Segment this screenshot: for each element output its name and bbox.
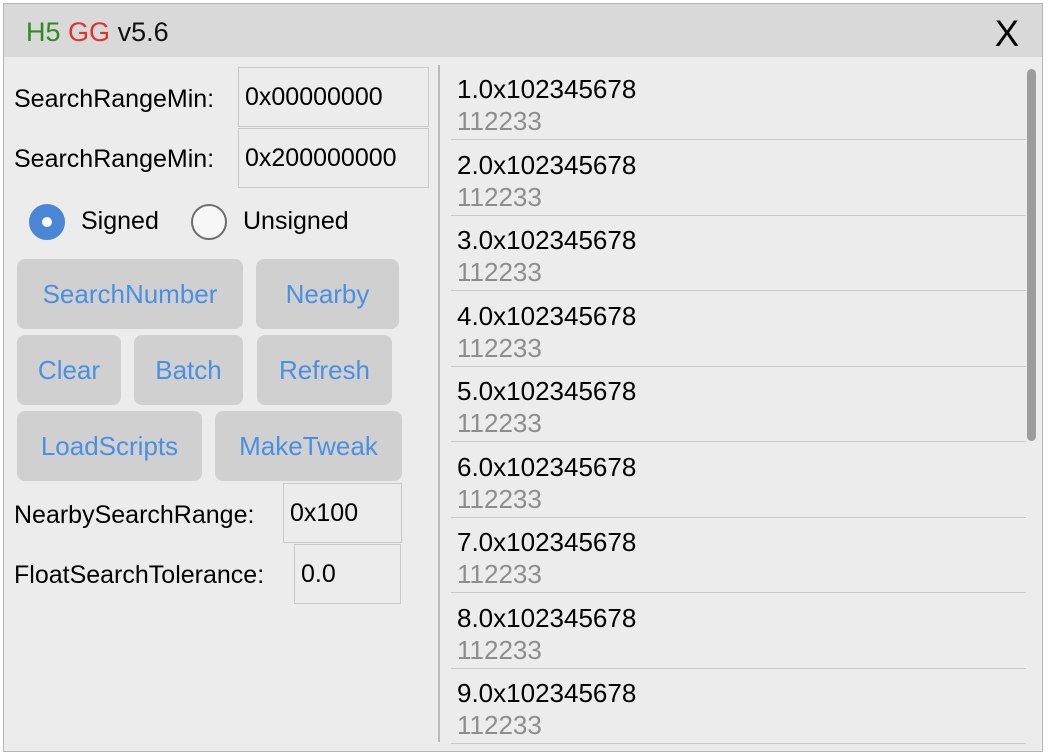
result-value: 112233	[457, 634, 542, 665]
result-address: 8.0x102345678	[457, 602, 637, 633]
close-button[interactable]: X	[990, 14, 1024, 54]
result-row[interactable]: 9.0x102345678 112233	[451, 669, 1026, 744]
result-row[interactable]: 5.0x102345678 112233	[451, 367, 1026, 442]
batch-button[interactable]: Batch	[134, 335, 243, 405]
result-row[interactable]: 7.0x102345678 112233	[451, 518, 1026, 593]
result-address: 1.0x102345678	[457, 74, 637, 104]
title-version: v5.6	[117, 17, 169, 47]
result-row[interactable]: 6.0x102345678 112233	[451, 443, 1026, 518]
result-row[interactable]: 8.0x102345678 112233	[451, 594, 1026, 669]
result-value: 112233	[457, 106, 542, 136]
window-title: H5 GG v5.6	[26, 16, 169, 48]
load-scripts-button[interactable]: LoadScripts	[17, 411, 202, 481]
title-gg: GG	[68, 17, 111, 47]
result-row[interactable]: 1.0x102345678 112233	[451, 65, 1026, 140]
control-panel: SearchRangeMin: SearchRangeMin: Signed U…	[4, 57, 438, 751]
search-range-min-input[interactable]	[238, 67, 429, 127]
result-value: 112233	[457, 559, 542, 589]
results-scrollbar[interactable]	[1027, 69, 1036, 441]
result-value: 112233	[457, 332, 542, 363]
panel-divider	[438, 65, 440, 742]
result-row[interactable]: 4.0x102345678 112233	[451, 292, 1026, 367]
result-address: 7.0x102345678	[457, 527, 637, 557]
float-search-tolerance-label: FloatSearchTolerance:	[14, 561, 265, 589]
title-bar: H5 GG v5.6 X	[4, 4, 1042, 57]
result-address: 5.0x102345678	[457, 376, 637, 406]
title-h5: H5	[26, 17, 61, 47]
result-value: 112233	[457, 408, 542, 438]
result-address: 9.0x102345678	[457, 678, 637, 708]
signed-label[interactable]: Signed	[81, 206, 159, 236]
search-range-max-input[interactable]	[238, 128, 429, 188]
result-address: 2.0x102345678	[457, 149, 637, 180]
clear-button[interactable]: Clear	[17, 335, 121, 405]
nearby-search-range-label: NearbySearchRange:	[14, 501, 255, 529]
make-tweak-button[interactable]: MakeTweak	[215, 411, 402, 481]
result-value: 112233	[457, 483, 542, 514]
unsigned-label[interactable]: Unsigned	[243, 206, 349, 236]
results-list[interactable]: 1.0x102345678 112233 2.0x102345678 112233 3.…	[451, 65, 1026, 751]
result-value: 112233	[457, 257, 542, 287]
float-search-tolerance-input[interactable]	[294, 544, 401, 604]
nearby-search-range-input[interactable]	[283, 483, 402, 543]
unsigned-radio[interactable]	[191, 204, 227, 240]
refresh-button[interactable]: Refresh	[257, 335, 392, 405]
search-number-button[interactable]: SearchNumber	[17, 259, 243, 329]
nearby-button[interactable]: Nearby	[256, 259, 399, 329]
result-address: 4.0x102345678	[457, 300, 637, 331]
result-address: 3.0x102345678	[457, 225, 637, 255]
result-address: 6.0x102345678	[457, 451, 637, 482]
result-row[interactable]: 2.0x102345678 112233	[451, 141, 1026, 216]
result-value: 112233	[457, 181, 542, 212]
search-range-min-label: SearchRangeMin:	[14, 85, 215, 113]
h5gg-window: H5 GG v5.6 X SearchRangeMin: SearchRange…	[3, 3, 1043, 752]
search-range-max-label: SearchRangeMin:	[14, 145, 215, 173]
result-row[interactable]: 3.0x102345678 112233	[451, 216, 1026, 291]
signed-radio[interactable]	[29, 204, 65, 240]
result-value: 112233	[457, 710, 542, 740]
